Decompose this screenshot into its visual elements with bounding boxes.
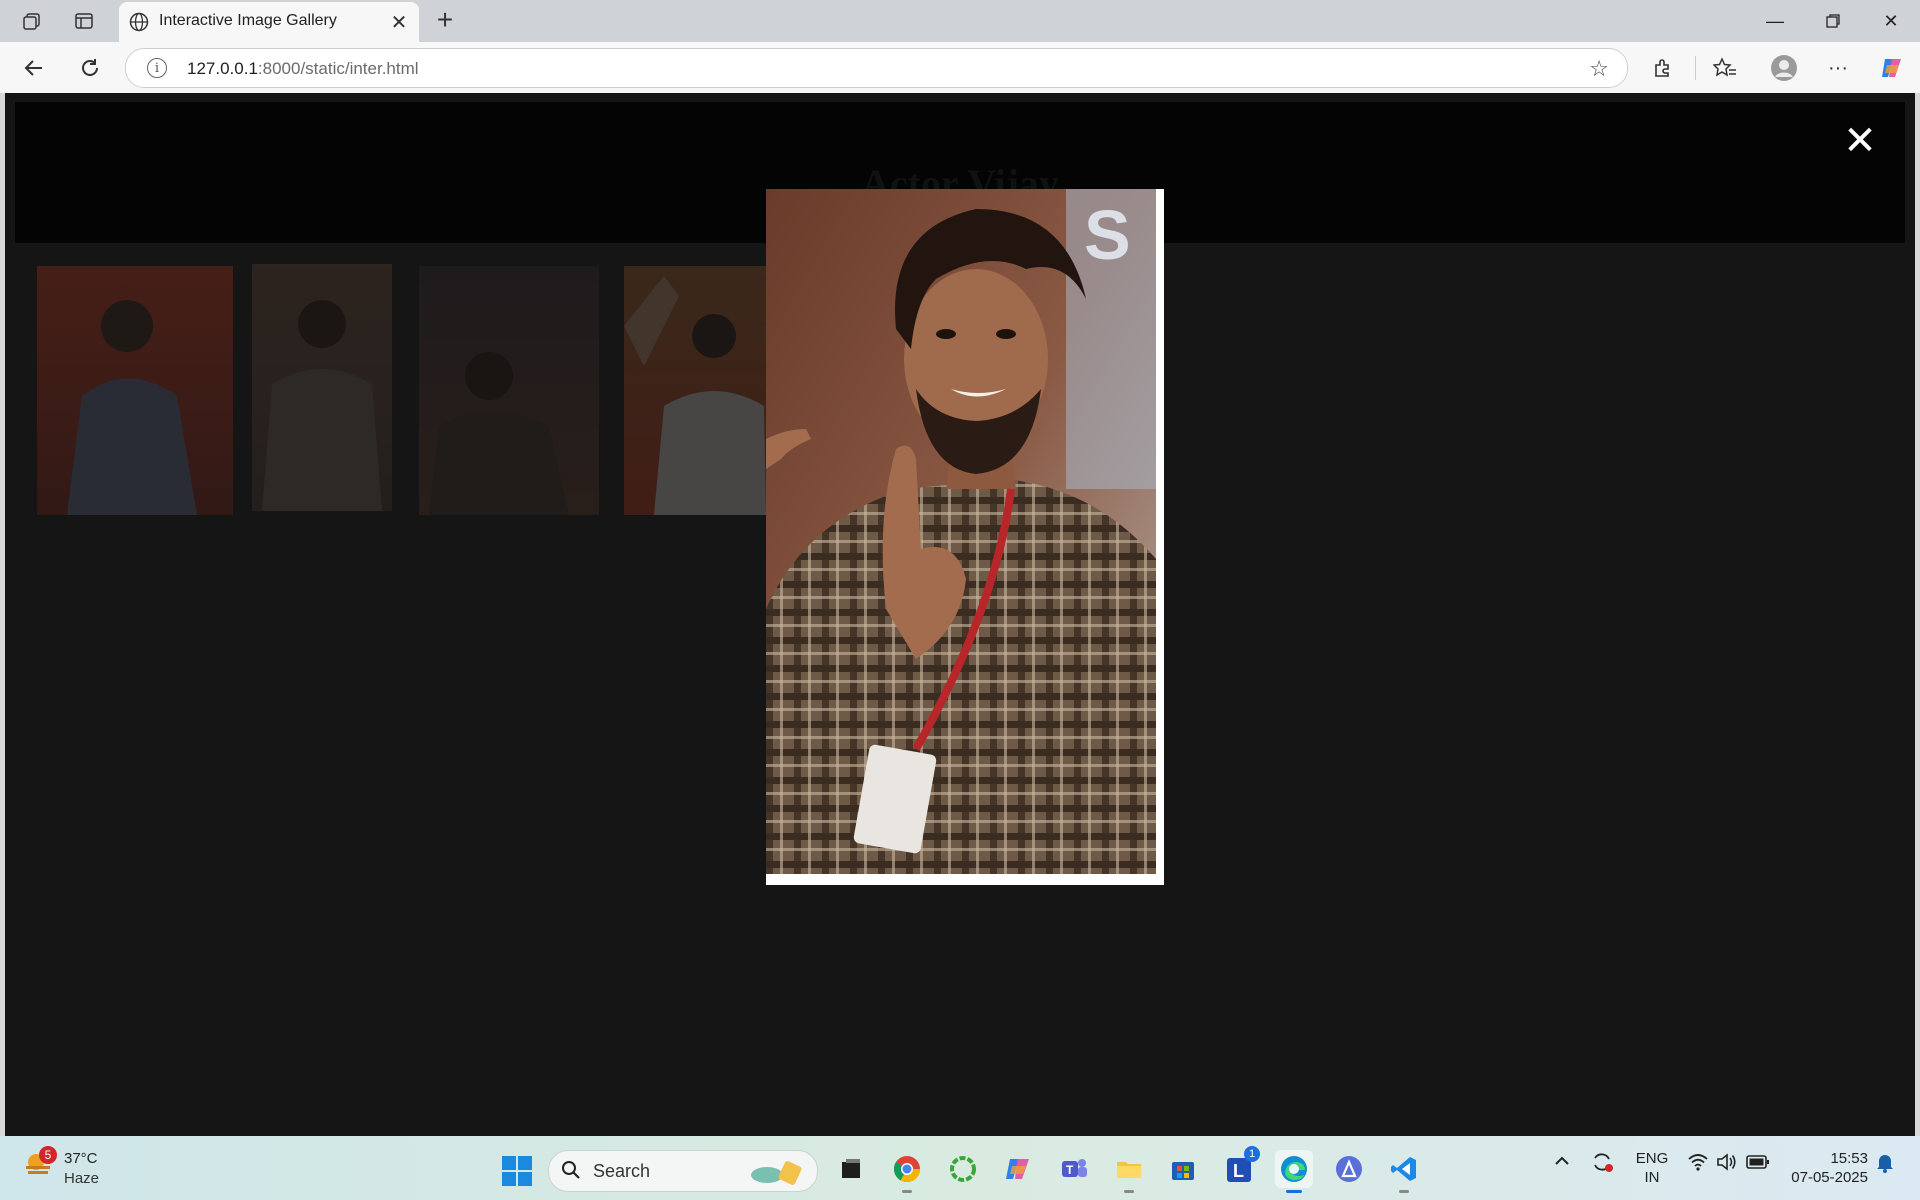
restore-button[interactable]	[1810, 4, 1856, 38]
taskbar-search[interactable]: Search	[548, 1150, 818, 1192]
l-app-icon[interactable]: L 1	[1220, 1146, 1260, 1188]
browser-toolbar: i 127.0.0.1:8000/static/inter.html ☆ ···	[0, 42, 1920, 93]
windows-taskbar: 5 37°C Haze Search T L 1 ENG IN 15:53 07…	[0, 1136, 1920, 1200]
weather-alert-badge: 5	[39, 1146, 57, 1164]
start-button[interactable]	[502, 1156, 532, 1186]
thumbnail-3[interactable]	[419, 266, 599, 515]
refresh-icon[interactable]	[74, 52, 106, 84]
svg-text:T: T	[1066, 1163, 1074, 1177]
search-icon	[562, 1161, 580, 1179]
close-window-button[interactable]: ✕	[1868, 4, 1914, 38]
address-bar[interactable]: i 127.0.0.1:8000/static/inter.html ☆	[125, 48, 1628, 88]
more-options-icon[interactable]: ···	[1822, 52, 1854, 84]
delta-app-icon[interactable]	[1330, 1150, 1368, 1188]
extensions-icon[interactable]	[1647, 52, 1679, 84]
app-notification-badge: 1	[1244, 1146, 1260, 1162]
enlarged-photo: S	[766, 189, 1164, 885]
gallery-page-overlay[interactable]: Actor Vijay S ✕	[5, 93, 1915, 1136]
close-lightbox-button[interactable]: ✕	[1838, 119, 1882, 163]
weather-temperature: 37°C	[64, 1150, 98, 1167]
thumbnail-4[interactable]	[624, 266, 766, 515]
file-explorer-icon[interactable]	[1110, 1150, 1148, 1193]
globe-icon	[129, 12, 149, 32]
svg-text:L: L	[1233, 1161, 1244, 1181]
wifi-icon[interactable]	[1687, 1152, 1709, 1176]
teams-icon[interactable]: T	[1055, 1150, 1093, 1188]
system-clock[interactable]: 15:53 07-05-2025	[1780, 1149, 1868, 1187]
sync-status-icon[interactable]	[1590, 1150, 1614, 1178]
back-arrow-icon[interactable]	[18, 52, 50, 84]
vscode-icon[interactable]	[1385, 1150, 1423, 1193]
thumbnail-2[interactable]	[252, 264, 392, 511]
microsoft-store-icon[interactable]	[1164, 1150, 1202, 1188]
chrome-icon[interactable]	[888, 1150, 926, 1193]
favorites-icon[interactable]	[1709, 52, 1741, 84]
language-indicator[interactable]: ENG IN	[1634, 1149, 1670, 1187]
toolbar-divider	[1695, 56, 1696, 80]
favorite-star-icon[interactable]: ☆	[1589, 56, 1609, 82]
url-text: 127.0.0.1:8000/static/inter.html	[187, 59, 419, 78]
active-tab[interactable]: Interactive Image Gallery ✕	[119, 2, 419, 42]
task-view-icon[interactable]	[832, 1150, 870, 1188]
tab-close-icon[interactable]: ✕	[387, 10, 411, 34]
site-info-icon[interactable]: i	[147, 58, 167, 78]
minimize-button[interactable]: —	[1752, 4, 1798, 38]
vertical-tabs-icon[interactable]	[70, 8, 98, 34]
search-label: Search	[593, 1161, 651, 1181]
profile-avatar-icon[interactable]	[1768, 52, 1800, 84]
search-highlight-icon	[751, 1161, 802, 1185]
notification-bell-icon[interactable]	[1875, 1152, 1895, 1178]
svg-text:S: S	[1084, 196, 1131, 274]
tab-title: Interactive Image Gallery	[159, 12, 337, 29]
workspaces-icon[interactable]	[18, 8, 46, 34]
browser-tab-bar: Interactive Image Gallery ✕ + — ✕	[0, 0, 1920, 42]
thumbnail-1[interactable]	[37, 266, 233, 515]
battery-icon[interactable]	[1746, 1154, 1770, 1174]
show-hidden-icons-chevron[interactable]	[1553, 1152, 1571, 1174]
new-tab-button[interactable]: +	[430, 6, 460, 36]
copilot-app-icon[interactable]	[999, 1150, 1037, 1188]
weather-description: Haze	[64, 1170, 100, 1187]
copilot-icon[interactable]	[1876, 52, 1908, 84]
volume-icon[interactable]	[1716, 1152, 1738, 1176]
green-ring-app-icon[interactable]	[944, 1150, 982, 1188]
edge-icon[interactable]	[1275, 1150, 1313, 1193]
